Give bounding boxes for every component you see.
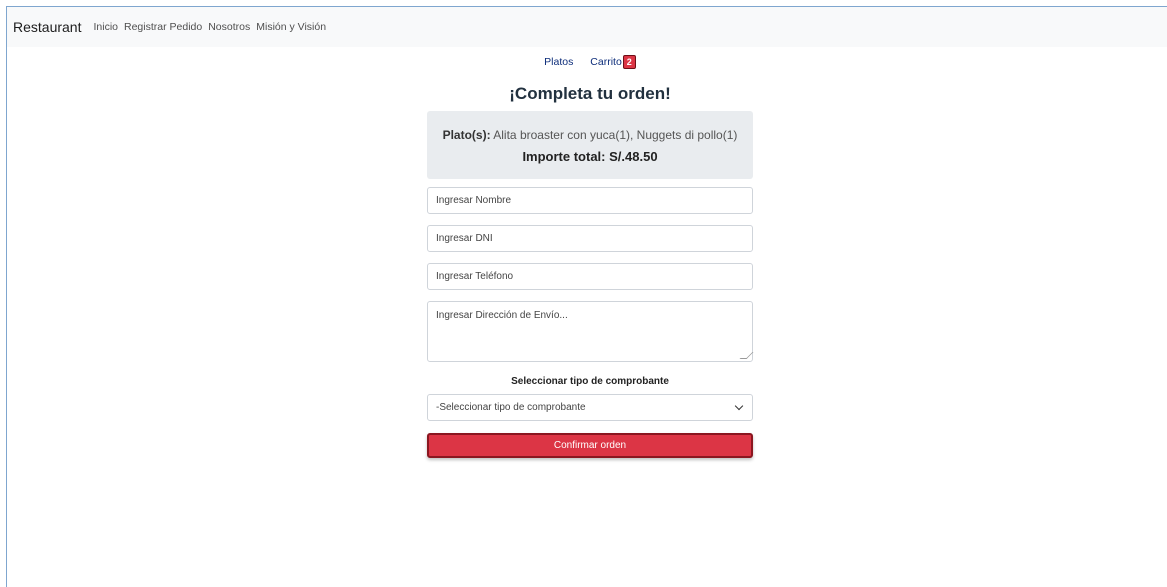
nav-link-registrar-pedido[interactable]: Registrar Pedido: [124, 21, 202, 33]
nav-link-mision-vision[interactable]: Misión y Visión: [256, 21, 326, 33]
nombre-input[interactable]: Ingresar Nombre: [427, 187, 753, 214]
carrito-link[interactable]: Carrito 2: [590, 55, 636, 69]
telefono-input[interactable]: Ingresar Teléfono: [427, 263, 753, 290]
platos-value: Alita broaster con yuca(1), Nuggets di p…: [493, 128, 738, 142]
importe-value: S/.48.50: [609, 149, 658, 164]
order-total-row: Importe total: S/.48.50: [427, 149, 753, 164]
nav-link-inicio[interactable]: Inicio: [93, 21, 118, 33]
carrito-label: Carrito: [590, 56, 622, 68]
confirm-order-button[interactable]: Confirmar orden: [427, 433, 753, 458]
chevron-down-icon: [734, 401, 744, 411]
direccion-placeholder: Ingresar Dirección de Envío...: [436, 310, 568, 321]
comprobante-select[interactable]: -Seleccionar tipo de comprobante: [427, 394, 753, 421]
platos-label: Plato(s):: [442, 128, 491, 142]
resize-grip-icon[interactable]: [739, 352, 754, 359]
comprobante-label: Seleccionar tipo de comprobante: [511, 376, 669, 387]
top-navbar: Restaurant Inicio Registrar Pedido Nosot…: [7, 7, 1167, 47]
dni-input[interactable]: Ingresar DNI: [427, 225, 753, 252]
importe-label: Importe total:: [522, 149, 606, 164]
platos-link[interactable]: Platos: [544, 56, 573, 68]
cart-count-badge: 2: [622, 55, 636, 69]
nav-link-nosotros[interactable]: Nosotros: [208, 21, 250, 33]
page-title: ¡Completa tu orden!: [509, 84, 671, 103]
navbar-brand[interactable]: Restaurant: [13, 19, 81, 35]
direccion-textarea[interactable]: Ingresar Dirección de Envío...: [427, 301, 754, 362]
sub-navigation: Platos Carrito 2: [0, 55, 1167, 69]
order-summary-box: Plato(s): Alita broaster con yuca(1), Nu…: [427, 111, 753, 179]
comprobante-selected-value: -Seleccionar tipo de comprobante: [436, 402, 586, 413]
order-items-row: Plato(s): Alita broaster con yuca(1), Nu…: [427, 128, 753, 142]
